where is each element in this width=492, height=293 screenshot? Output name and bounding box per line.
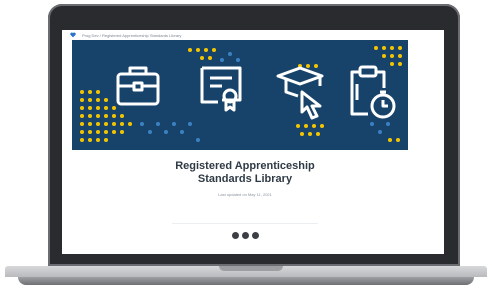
divider (172, 223, 318, 224)
page-title-line1: Registered Apprenticeship (175, 160, 315, 172)
laptop-base (5, 266, 487, 277)
decorative-dots-left (80, 90, 132, 142)
pagination-dot-1[interactable] (231, 232, 239, 239)
pagination-dot-3[interactable] (251, 232, 259, 239)
breadcrumb[interactable]: Prog Dev / Registered Apprenticeship Sta… (82, 33, 181, 38)
clipboard-timer-icon (350, 65, 396, 119)
hero-illustration (80, 46, 402, 142)
graduation-cap-click-icon (276, 66, 324, 120)
laptop-screen: Prog Dev / Registered Apprenticeship Sta… (62, 30, 444, 254)
hero-banner (72, 40, 408, 150)
heart-logo-icon[interactable] (70, 32, 76, 38)
laptop-base-shadow (18, 277, 474, 285)
page-title-line2: Standards Library (197, 173, 293, 185)
pagination-dots (62, 232, 428, 239)
laptop-notch (219, 266, 283, 271)
title-block: Registered Apprenticeship Standards Libr… (62, 150, 428, 197)
page-title: Registered Apprenticeship Standards Libr… (62, 160, 428, 186)
last-updated-text: Last updated on May 11, 2021 (218, 192, 272, 197)
certificate-icon (200, 66, 242, 112)
briefcase-icon (116, 66, 160, 106)
pagination-dot-2[interactable] (241, 232, 249, 239)
browser-bar: Prog Dev / Registered Apprenticeship Sta… (62, 30, 444, 40)
